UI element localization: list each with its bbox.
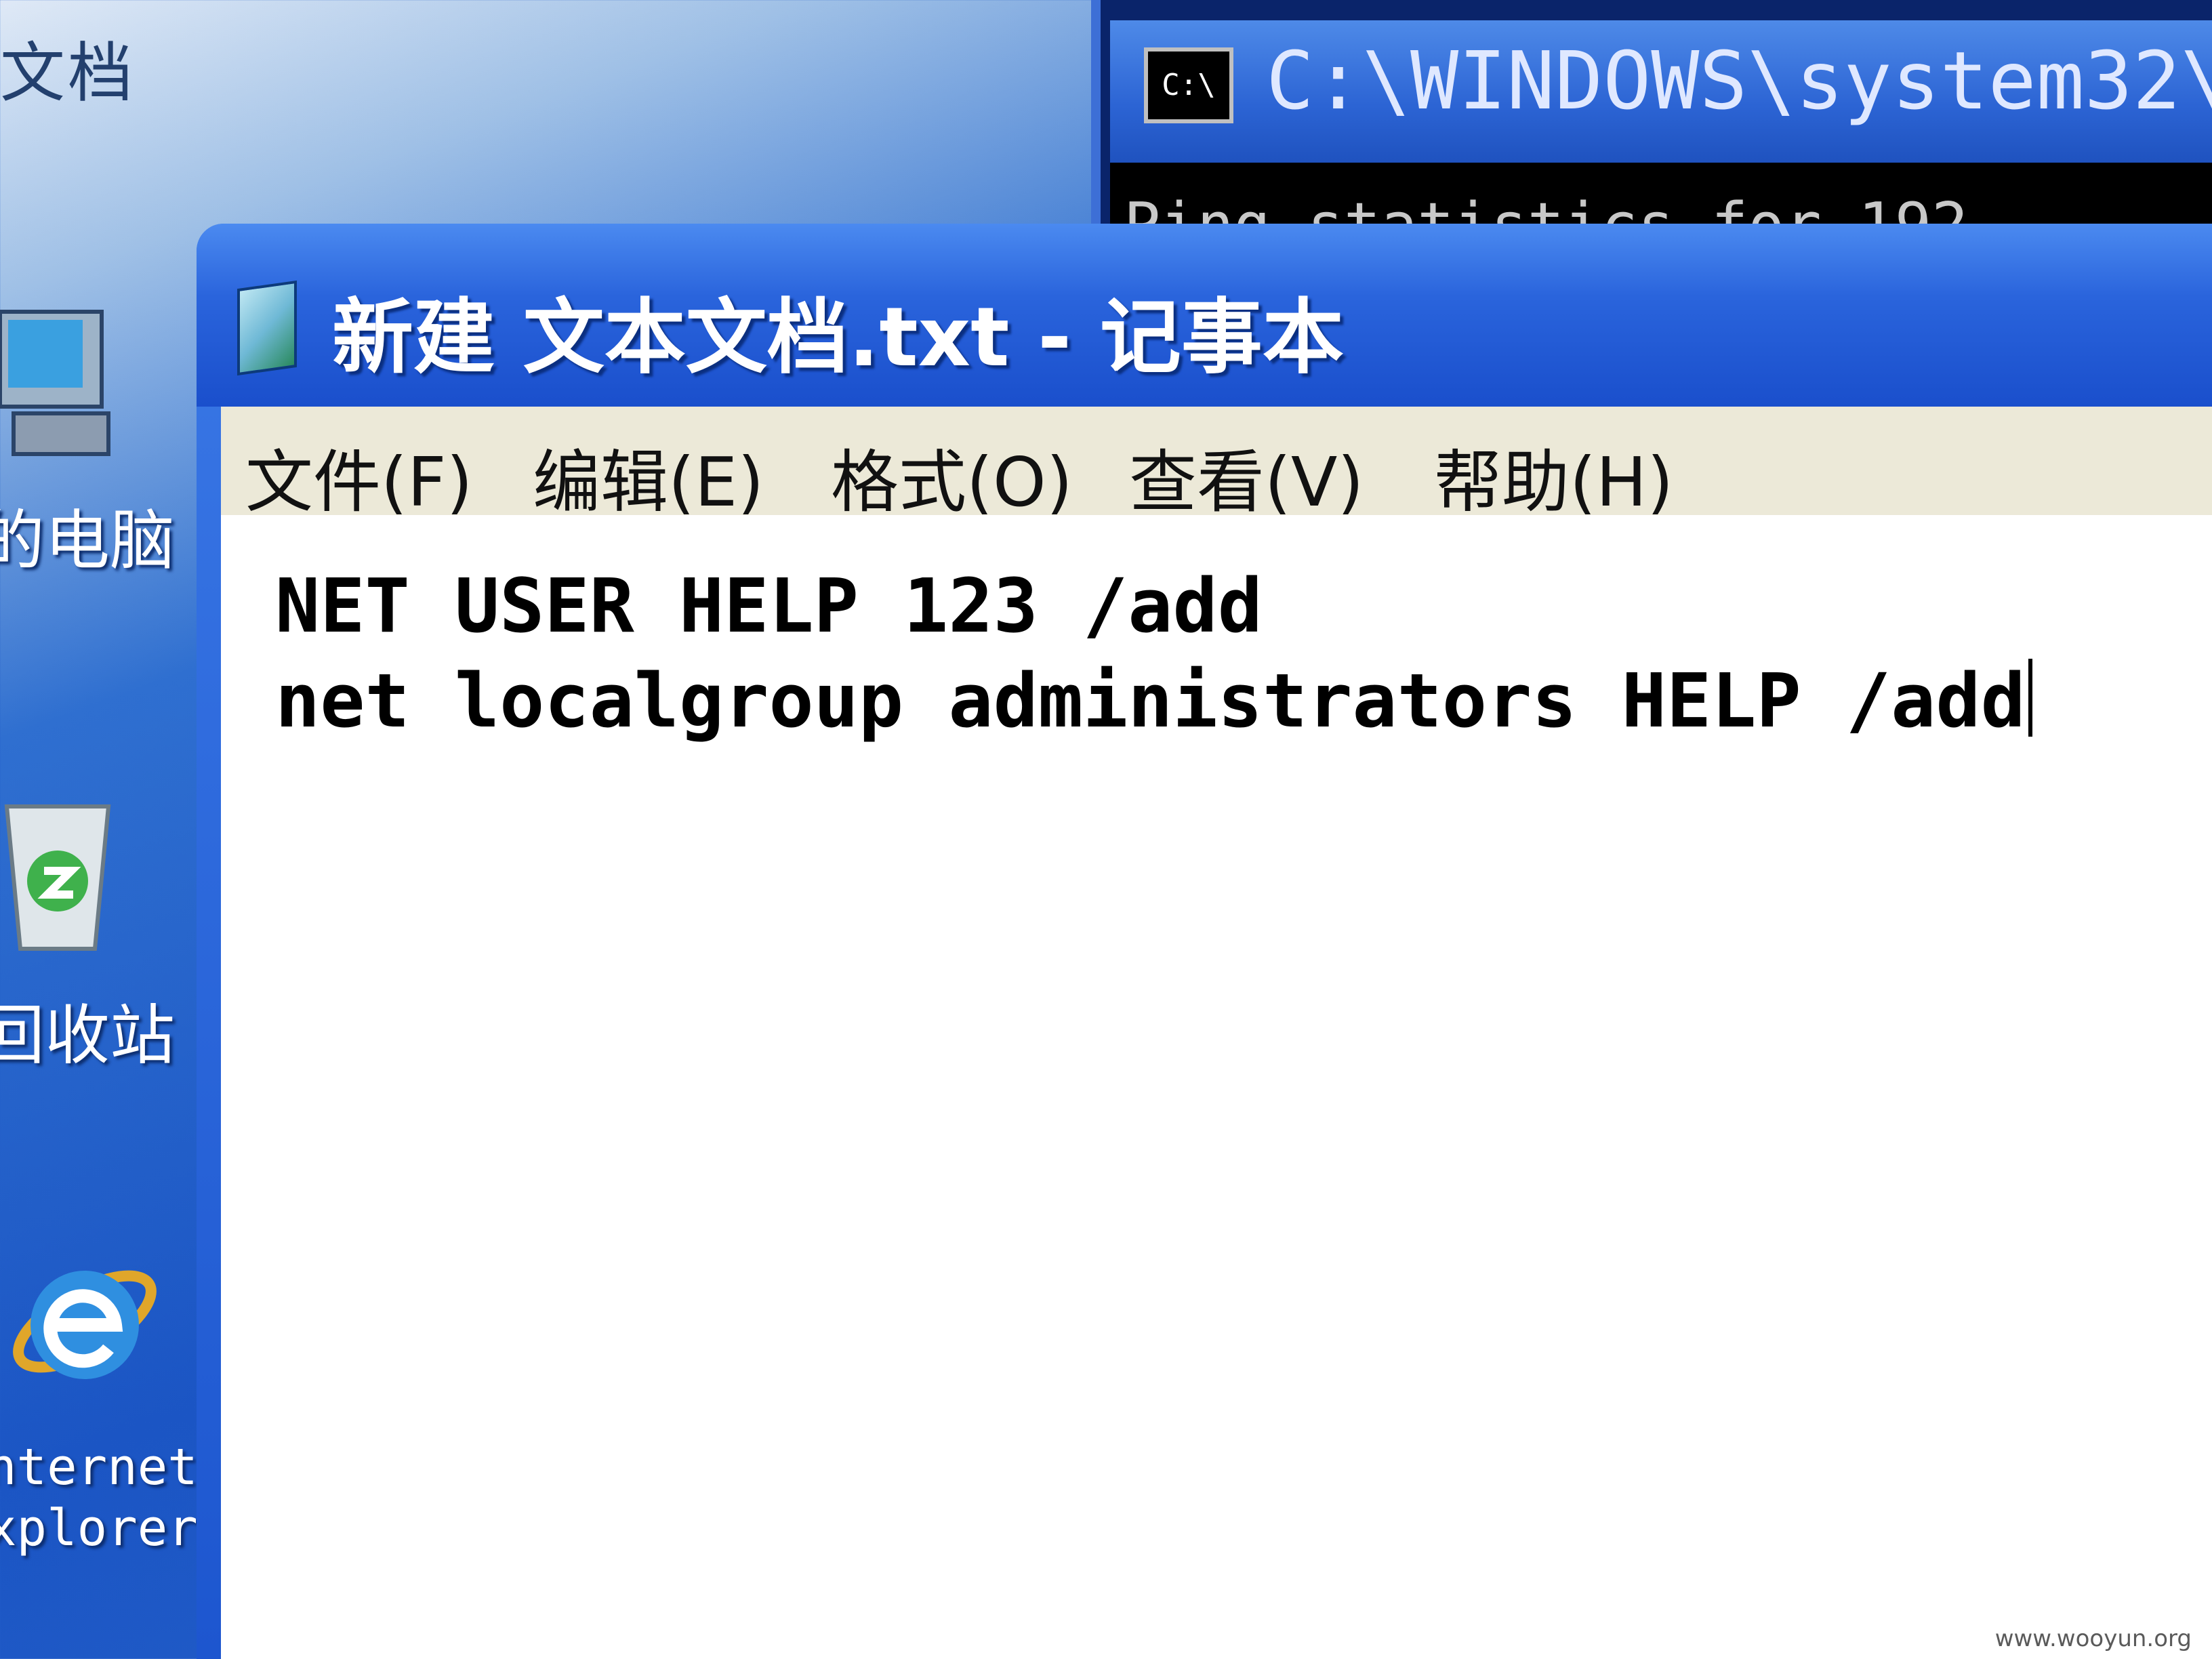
menu-view[interactable]: 查看(V) [1129,427,1364,525]
menu-format[interactable]: 格式(O) [831,427,1073,525]
cmd-titlebar[interactable]: C:\ C:\WINDOWS\system32\c [1110,20,2212,163]
internet-explorer-icon [7,1240,163,1403]
menu-edit[interactable]: 编辑(E) [533,427,764,525]
text-caret [2028,659,2032,737]
cmd-icon: C:\ [1144,47,1233,123]
notepad-icon [237,280,297,376]
desktop-icon-recycle-bin[interactable]: 回收站 [0,779,224,1073]
cmd-window[interactable]: C:\ C:\WINDOWS\system32\c Ping statistic… [1091,0,2212,261]
menu-bar: 文件(F) 编辑(E) 格式(O) 查看(V) 帮助(H) [221,407,2212,522]
menu-help[interactable]: 帮助(H) [1434,427,1673,525]
desktop-icon-internet-explorer[interactable]: nternet xplorer [0,1240,224,1579]
notepad-titlebar[interactable]: 新建 文本文档.txt - 记事本 [197,224,2212,407]
desktop-icon-label: 回收站 [0,998,175,1073]
editor-line-text: net localgroup administrators HELP /add [275,657,2026,744]
window-title: 新建 文本文档.txt - 记事本 [332,291,1344,385]
editor-line-text: NET USER HELP 123 /add [275,562,1263,649]
menu-file[interactable]: 文件(F) [245,427,473,525]
desktop-icon-label: nternet xplorer [0,1438,198,1557]
computer-icon [0,305,115,468]
cmd-title: C:\WINDOWS\system32\c [1266,34,2212,127]
recycle-bin-icon [0,779,115,956]
notepad-window[interactable]: 新建 文本文档.txt - 记事本 文件(F) 编辑(E) 格式(O) 查看(V… [197,224,2212,1659]
editor-line: NET USER HELP 123 /add [275,562,1263,649]
desktop-icon-my-computer[interactable]: 的电脑 [0,305,224,590]
desktop-documents-label[interactable]: 文档 [0,20,136,115]
watermark: www.wooyun.org [1994,1625,2192,1652]
desktop-icon-label: 的电脑 [0,503,175,579]
editor-line: net localgroup administrators HELP /add [275,657,2032,744]
text-editor-area[interactable]: NET USER HELP 123 /add net localgroup ad… [221,515,2212,1659]
